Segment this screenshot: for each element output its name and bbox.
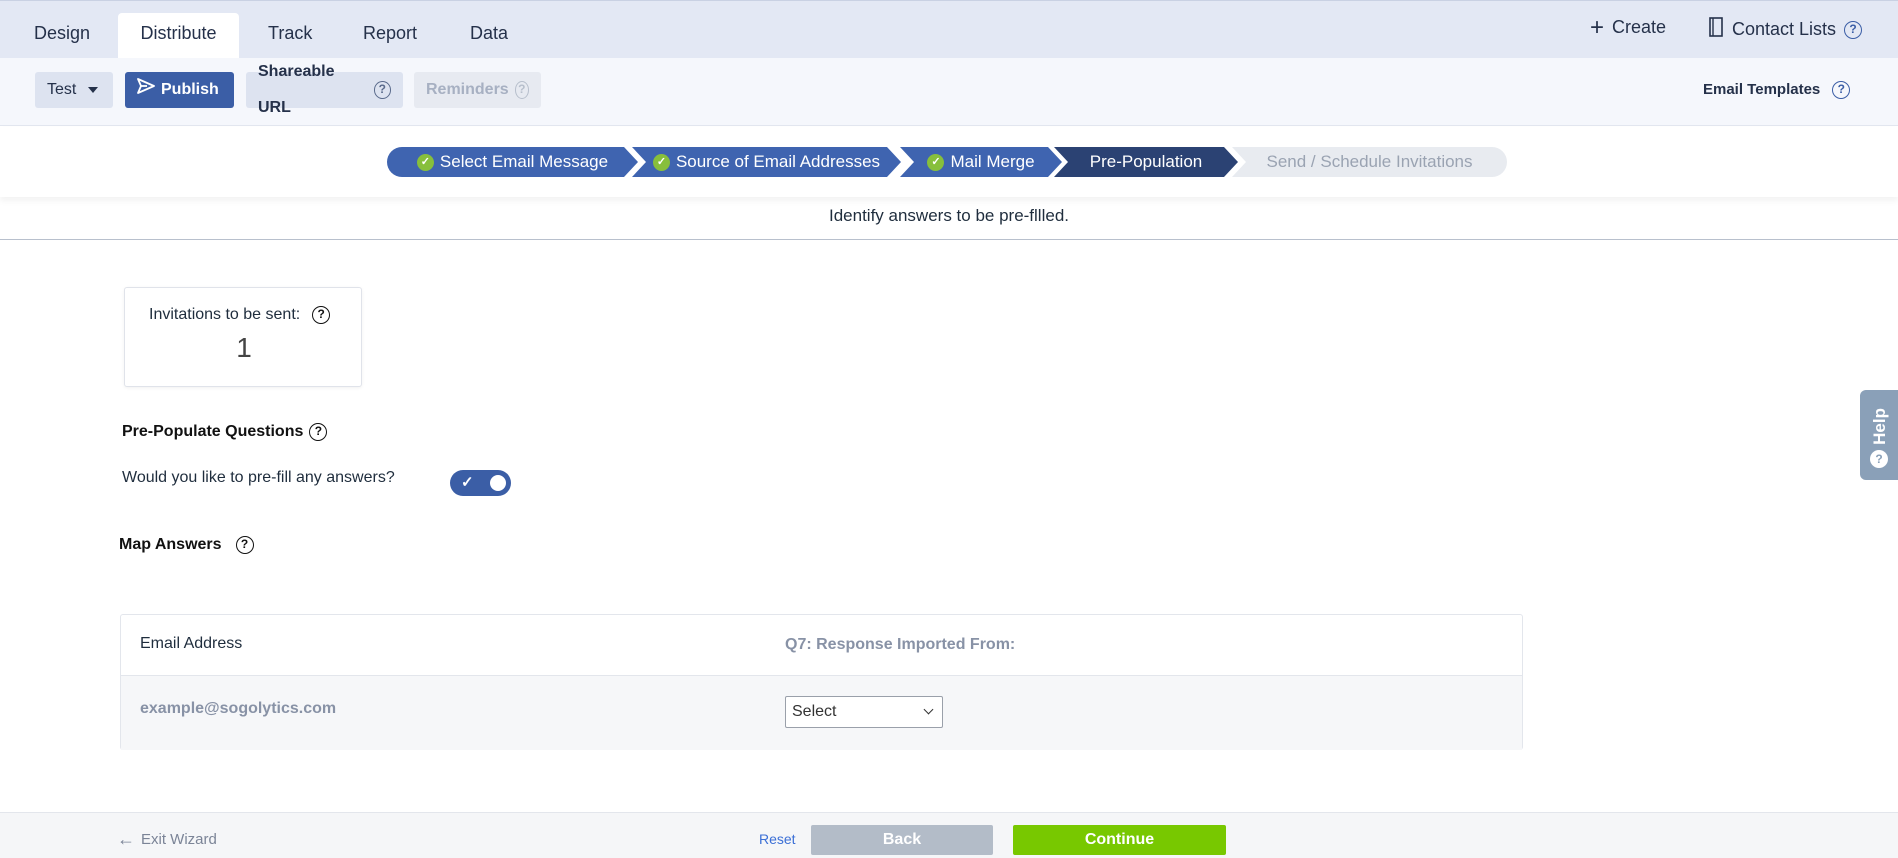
invitations-label: Invitations to be sent: (149, 306, 301, 323)
continue-button[interactable]: Continue (1013, 825, 1226, 855)
step-label: Mail Merge (950, 152, 1035, 171)
map-answers-table: Email Address Q7: Response Imported From… (120, 614, 1523, 750)
contact-lists-label: Contact Lists (1732, 19, 1837, 39)
invitations-count: 1 (236, 332, 252, 363)
help-icon[interactable]: ? (312, 306, 331, 324)
step-source-of-email-addresses[interactable]: ✓ Source of Email Addresses (632, 147, 901, 177)
help-icon[interactable]: ? (235, 536, 254, 554)
tab-data[interactable]: Data (460, 13, 512, 59)
tab-report[interactable]: Report (352, 13, 428, 59)
invitations-card: Invitations to be sent: ? 1 (124, 287, 362, 387)
notebook-icon (1708, 17, 1724, 42)
help-icon[interactable]: ? (309, 423, 328, 441)
tab-design[interactable]: Design (24, 13, 98, 59)
step-mail-merge[interactable]: ✓ Mail Merge (900, 147, 1062, 177)
response-source-select[interactable]: Select (785, 696, 943, 728)
help-icon[interactable]: ? (1832, 81, 1851, 99)
invitations-label-row: Invitations to be sent: ? (149, 306, 331, 324)
reminders-button[interactable]: Reminders ? (414, 72, 541, 108)
select-value: Select (792, 703, 837, 720)
step-select-email-message[interactable]: ✓ Select Email Message (387, 147, 638, 177)
help-icon[interactable]: ? (1844, 20, 1863, 39)
toggle-knob (490, 475, 506, 491)
table-header: Email Address Q7: Response Imported From… (121, 615, 1522, 676)
step-send-schedule-invitations[interactable]: Send / Schedule Invitations (1232, 147, 1507, 177)
tab-track[interactable]: Track (258, 13, 320, 59)
step-label: Source of Email Addresses (675, 152, 881, 171)
map-answers-title-row: Map Answers ? (119, 536, 254, 554)
wizard-footer: ← Exit Wizard Reset Back Continue (0, 812, 1898, 858)
check-icon: ✓ (653, 154, 670, 171)
email-cell: example@sogolytics.com (140, 700, 337, 717)
chevron-down-icon (923, 704, 934, 715)
top-nav-bar: Design Distribute Track Report Data + Cr… (0, 0, 1898, 59)
email-templates-label: Email Templates (1703, 81, 1821, 98)
check-icon: ✓ (461, 474, 474, 491)
map-answers-title: Map Answers (119, 536, 222, 553)
prepopulate-toggle[interactable]: ✓ (450, 470, 511, 496)
check-icon: ✓ (417, 154, 434, 171)
step-label: Pre-Population (1089, 152, 1203, 171)
shareable-url-button[interactable]: Shareable URL ? (246, 63, 403, 116)
toolbar: Test Publish Shareable URL ? Reminders ?… (0, 58, 1898, 126)
create-label: Create (1612, 17, 1667, 37)
contact-lists-button[interactable]: Contact Lists ? (1708, 17, 1863, 42)
prepopulate-title-row: Pre-Populate Questions ? (122, 423, 328, 441)
exit-wizard-label: Exit Wizard (141, 831, 217, 848)
reset-link[interactable]: Reset (759, 831, 796, 847)
arrow-left-icon: ← (117, 829, 135, 849)
reminders-label: Reminders (426, 81, 509, 98)
caret-down-icon (88, 87, 99, 93)
publish-button[interactable]: Publish (125, 72, 234, 108)
wizard-stepper: ✓ Select Email Message ✓ Source of Email… (0, 127, 1898, 197)
step-pre-population[interactable]: Pre-Population (1054, 147, 1238, 177)
step-label: Send / Schedule Invitations (1266, 152, 1473, 171)
step-label: Select Email Message (439, 152, 609, 171)
help-tab-label: Help (1870, 408, 1889, 445)
shareable-url-label: Shareable URL (258, 63, 335, 116)
help-icon: ? (514, 81, 529, 99)
column-header-email: Email Address (140, 635, 243, 652)
column-header-q7: Q7: Response Imported From: (785, 636, 1016, 653)
divider (0, 239, 1898, 240)
prepopulate-title: Pre-Populate Questions (122, 423, 304, 440)
back-button[interactable]: Back (811, 825, 993, 855)
test-dropdown-button[interactable]: Test (35, 72, 113, 108)
create-button[interactable]: + Create (1590, 13, 1667, 41)
help-icon[interactable]: ? (373, 81, 391, 99)
email-templates-link[interactable]: Email Templates ? (1703, 72, 1851, 108)
question-icon: ? (1870, 450, 1888, 468)
publish-label: Publish (161, 81, 219, 98)
exit-wizard-link[interactable]: ← Exit Wizard (117, 829, 217, 850)
plus-icon: + (1590, 13, 1605, 41)
send-icon (137, 72, 155, 108)
page-subtitle: Identify answers to be pre-fllled. (828, 206, 1069, 225)
table-row: example@sogolytics.com Select (121, 676, 1522, 750)
prepopulate-question: Would you like to pre-fill any answers? (122, 469, 395, 486)
test-label: Test (47, 81, 77, 98)
check-icon: ✓ (927, 154, 944, 171)
help-side-tab[interactable]: Help ? (1860, 390, 1898, 480)
tab-distribute[interactable]: Distribute (118, 13, 239, 59)
